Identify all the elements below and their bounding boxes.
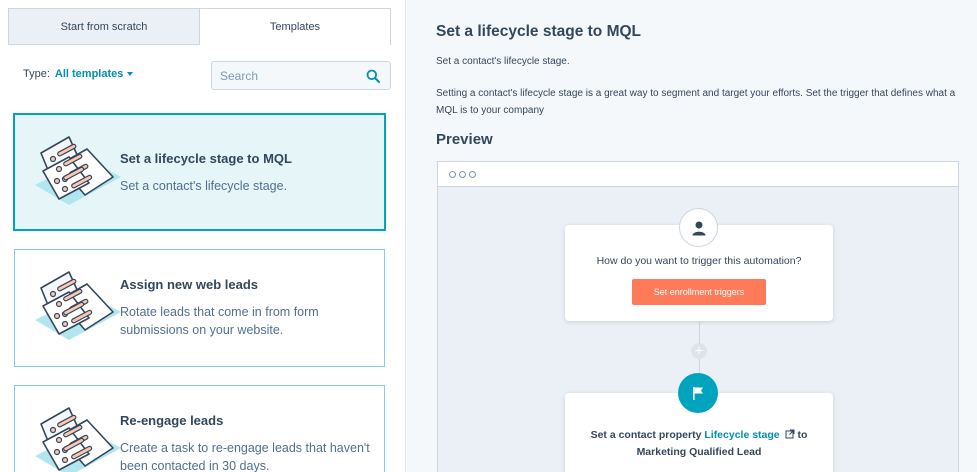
window-dot-icon xyxy=(469,170,476,178)
search-input[interactable] xyxy=(220,68,360,83)
flag-icon-badge xyxy=(678,373,718,413)
window-dot-icon xyxy=(459,170,466,178)
search-icon[interactable] xyxy=(366,69,380,83)
set-enrollment-triggers-button[interactable]: Set enrollment triggers xyxy=(632,279,766,305)
detail-title: Set a lifecycle stage to MQL xyxy=(436,23,642,40)
template-card[interactable]: Assign new web leads Rotate leads that c… xyxy=(14,249,385,367)
external-link-icon[interactable] xyxy=(785,429,795,439)
template-illustration xyxy=(35,271,121,340)
flag-icon xyxy=(693,387,703,400)
tab-start-from-scratch[interactable]: Start from scratch xyxy=(8,8,199,45)
action-description: Set a contact property Lifecycle stage t… xyxy=(565,427,833,461)
type-filter-dropdown[interactable]: All templates xyxy=(54,68,134,80)
template-card[interactable]: Re-engage leads Create a task to re-enga… xyxy=(14,385,385,472)
window-dot-icon xyxy=(449,170,456,178)
action-prefix: Set a contact property xyxy=(590,429,705,441)
template-detail-panel: Set a lifecycle stage to MQL Set a conta… xyxy=(407,0,977,472)
action-to: to xyxy=(794,429,808,441)
type-filter-value: All templates xyxy=(54,68,124,80)
tab-templates[interactable]: Templates xyxy=(199,8,391,45)
search-box xyxy=(211,61,391,90)
preview-heading: Preview xyxy=(436,131,493,148)
template-title: Re-engage leads xyxy=(120,413,224,428)
detail-description: Setting a contact's lifecycle stage is a… xyxy=(436,88,956,116)
chevron-down-icon xyxy=(127,72,134,76)
contact-avatar-icon xyxy=(679,208,718,247)
template-illustration xyxy=(35,407,121,472)
template-list-panel: Start from scratch Templates Type: All t… xyxy=(0,0,406,472)
template-title: Assign new web leads xyxy=(120,277,258,292)
template-description: Set a contact's lifecycle stage. xyxy=(120,179,288,193)
template-illustration xyxy=(35,136,121,205)
trigger-question: How do you want to trigger this automati… xyxy=(596,255,802,267)
tab-bar: Start from scratch Templates xyxy=(8,8,391,45)
template-description: Rotate leads that come in from form subm… xyxy=(120,305,319,337)
template-description: Create a task to re-engage leads that ha… xyxy=(120,441,370,472)
type-filter-label: Type: xyxy=(23,68,50,80)
plus-icon[interactable]: + xyxy=(691,343,707,359)
template-title: Set a lifecycle stage to MQL xyxy=(120,151,292,166)
type-filter: Type: All templates xyxy=(23,68,134,80)
preview-window-bar xyxy=(438,162,958,187)
detail-subtitle: Set a contact's lifecycle stage. xyxy=(436,56,570,67)
action-value: Marketing Qualified Lead xyxy=(636,446,762,458)
person-icon xyxy=(692,221,705,235)
template-card[interactable]: Set a lifecycle stage to MQL Set a conta… xyxy=(13,113,386,231)
preview-frame: How do you want to trigger this automati… xyxy=(437,161,959,472)
lifecycle-stage-link[interactable]: Lifecycle stage xyxy=(704,429,779,441)
